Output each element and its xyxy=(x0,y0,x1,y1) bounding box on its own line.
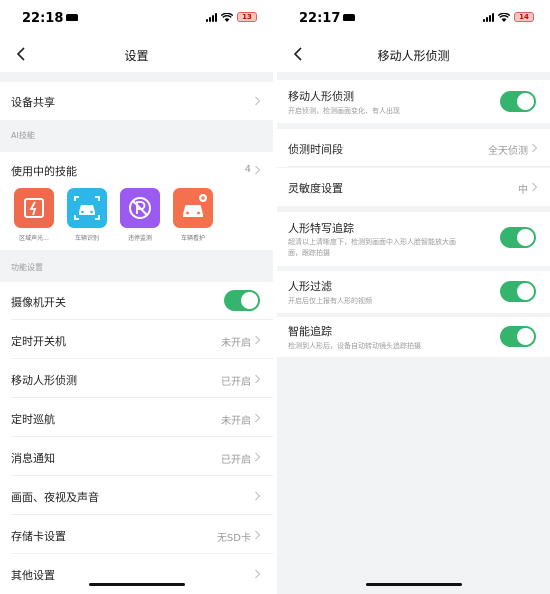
closeup-tracking-row: 人形特写追踪 超清以上清晰度下，检测到画面中入形人脸智能放大画 面，跟踪拍摄 xyxy=(277,212,550,266)
function-settings-list: 摄像机开关 定时开关机 未开启 移动人形侦测 已开启 定时巡航 未开启 消息通知… xyxy=(0,282,273,594)
motion-detection-label: 移动人形侦测 xyxy=(288,90,354,103)
chevron-right-icon xyxy=(255,530,261,540)
signal-icon xyxy=(206,12,217,22)
closeup-tracking-desc-line1: 超清以上清晰度下，检测到画面中入形人脸智能放大画 xyxy=(288,238,456,246)
signal-icon xyxy=(483,12,494,22)
function-settings-header: 功能设置 xyxy=(11,263,43,272)
sensitivity-row[interactable]: 灵敏度设置 中 xyxy=(277,168,550,206)
notifications-value: 已开启 xyxy=(221,455,251,466)
page-title: 移动人形侦测 xyxy=(377,49,450,63)
closeup-tracking-toggle[interactable] xyxy=(500,227,536,248)
skills-card: 使用中的技能 4 区域声光... 车辆识别 违停监测 车辆看护 xyxy=(0,152,273,250)
page-title: 设置 xyxy=(124,49,149,63)
device-share-row[interactable]: 设备共享 xyxy=(0,82,273,120)
car-icon xyxy=(343,14,356,21)
human-filter-desc: 开启后仅上报有人形的视频 xyxy=(288,297,372,305)
chevron-right-icon[interactable] xyxy=(254,165,261,175)
storage-card-row[interactable]: 存储卡设置 无SD卡 xyxy=(0,516,273,554)
battery-icon: 13 xyxy=(237,12,257,22)
chevron-right-icon xyxy=(532,182,538,192)
status-bar: 22:18 13 xyxy=(0,0,273,38)
camera-switch-toggle[interactable] xyxy=(224,290,260,311)
motion-detection-value: 已开启 xyxy=(221,377,251,388)
detection-period-label: 侦测时间段 xyxy=(288,143,343,156)
scheduled-power-value: 未开启 xyxy=(221,338,251,349)
motion-detection-label: 移动人形侦测 xyxy=(11,374,77,387)
chevron-right-icon xyxy=(255,374,261,384)
storage-card-label: 存储卡设置 xyxy=(11,530,66,543)
skill-item-vehicle-recognition[interactable]: 车辆识别 xyxy=(66,188,108,242)
status-time: 22:17 xyxy=(299,11,341,26)
human-filter-toggle[interactable] xyxy=(500,281,536,302)
skill-label: 区域声光... xyxy=(19,235,49,242)
motion-detection-toggle[interactable] xyxy=(500,91,536,112)
home-indicator xyxy=(365,583,462,586)
sensitivity-label: 灵敏度设置 xyxy=(288,182,343,195)
picture-night-sound-row[interactable]: 画面、夜视及声音 xyxy=(0,477,273,515)
skills-list: 区域声光... 车辆识别 违停监测 车辆看护 xyxy=(0,188,273,248)
other-settings-row[interactable]: 其他设置 xyxy=(0,555,273,593)
smart-tracking-row: 智能追踪 检测到人形后，设备自动转动镜头追踪拍摄 xyxy=(277,317,550,357)
status-bar: 22:17 14 xyxy=(277,0,550,38)
detection-period-row[interactable]: 侦测时间段 全天侦测 xyxy=(277,129,550,167)
scheduled-power-label: 定时开关机 xyxy=(11,335,66,348)
motion-detection-master-row: 移动人形侦测 开启侦测，检测画面变化、有人出现 xyxy=(277,80,550,123)
skill-item-parking-violation[interactable]: 违停监测 xyxy=(119,188,161,242)
sensitivity-value: 中 xyxy=(518,185,528,196)
battery-icon: 14 xyxy=(514,12,534,22)
smart-tracking-label: 智能追踪 xyxy=(288,325,332,338)
device-share-label: 设备共享 xyxy=(11,96,55,109)
notifications-row[interactable]: 消息通知 已开启 xyxy=(0,438,273,476)
detection-period-value: 全天侦测 xyxy=(488,146,528,157)
scheduled-cruise-row[interactable]: 定时巡航 未开启 xyxy=(0,399,273,437)
chevron-right-icon xyxy=(255,569,261,579)
closeup-tracking-desc-line2: 面，跟踪拍摄 xyxy=(288,249,330,257)
wifi-icon xyxy=(498,12,510,22)
smart-tracking-desc: 检测到人形后，设备自动转动镜头追踪拍摄 xyxy=(288,342,421,350)
motion-detection-row[interactable]: 移动人形侦测 已开启 xyxy=(0,360,273,398)
nav-bar: 设置 xyxy=(0,38,273,72)
car-icon xyxy=(66,14,79,21)
other-settings-label: 其他设置 xyxy=(11,569,55,582)
chevron-right-icon xyxy=(255,452,261,462)
picture-night-sound-label: 画面、夜视及声音 xyxy=(11,491,99,504)
human-filter-row: 人形过滤 开启后仅上报有人形的视频 xyxy=(277,271,550,313)
vehicle-guard-icon xyxy=(173,188,213,228)
settings-screen: 22:18 13 设置 设备共享 AI技能 使用中的技能 4 区域声光... 车… xyxy=(0,0,273,594)
skill-item-vehicle-guard[interactable]: 车辆看护 xyxy=(172,188,214,242)
chevron-right-icon xyxy=(532,143,538,153)
vehicle-recognition-icon xyxy=(67,188,107,228)
wifi-icon xyxy=(221,12,233,22)
nav-bar: 移动人形侦测 xyxy=(277,38,550,72)
chevron-right-icon xyxy=(255,491,261,501)
chevron-right-icon xyxy=(255,335,261,345)
skills-count: 4 xyxy=(244,164,251,175)
scheduled-cruise-label: 定时巡航 xyxy=(11,413,55,426)
storage-card-value: 无SD卡 xyxy=(216,533,251,544)
scheduled-cruise-value: 未开启 xyxy=(221,416,251,427)
skill-label: 车辆看护 xyxy=(180,235,205,242)
scheduled-power-row[interactable]: 定时开关机 未开启 xyxy=(0,321,273,359)
chevron-right-icon xyxy=(255,96,261,106)
no-parking-icon xyxy=(120,188,160,228)
skill-label: 违停监测 xyxy=(127,235,152,242)
motion-detection-desc: 开启侦测，检测画面变化、有人出现 xyxy=(288,107,400,115)
area-alarm-icon xyxy=(14,188,54,228)
camera-switch-row: 摄像机开关 xyxy=(0,282,273,320)
chevron-right-icon xyxy=(255,413,261,423)
home-indicator xyxy=(88,583,185,586)
closeup-tracking-label: 人形特写追踪 xyxy=(288,222,354,235)
camera-switch-label: 摄像机开关 xyxy=(11,296,66,309)
skills-in-use-label: 使用中的技能 xyxy=(11,165,77,178)
ai-skills-header: AI技能 xyxy=(11,131,35,140)
human-filter-label: 人形过滤 xyxy=(288,280,332,293)
skill-item-area-alarm[interactable]: 区域声光... xyxy=(13,188,55,242)
notifications-label: 消息通知 xyxy=(11,452,55,465)
smart-tracking-toggle[interactable] xyxy=(500,326,536,347)
status-time: 22:18 xyxy=(22,11,64,26)
skill-label: 车辆识别 xyxy=(74,235,99,242)
motion-detection-screen: 22:17 14 移动人形侦测 移动人形侦测 开启侦测，检测画面变化、有人出现 … xyxy=(277,0,550,594)
